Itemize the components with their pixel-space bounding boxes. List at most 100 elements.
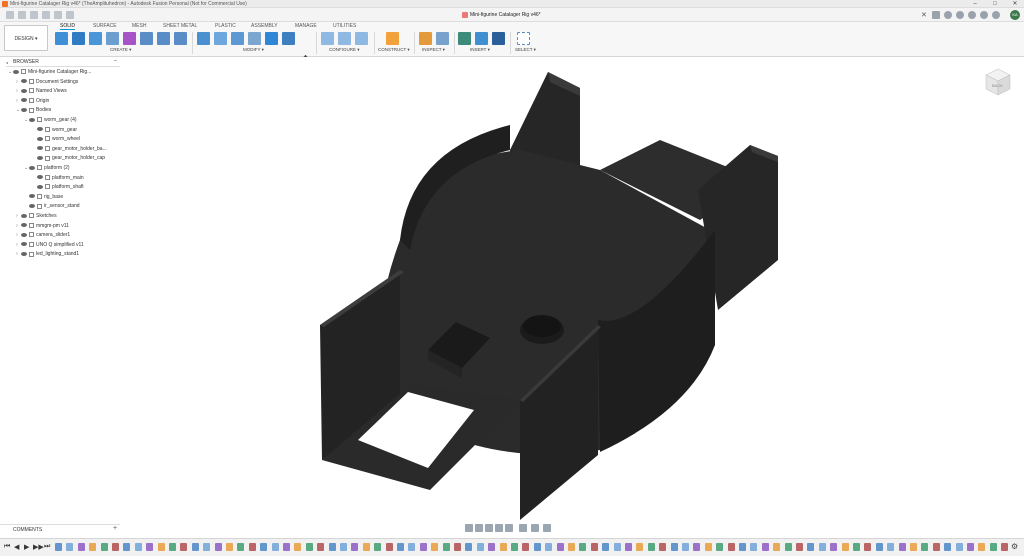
pan-icon[interactable] xyxy=(485,524,493,532)
timeline-feature-marker[interactable] xyxy=(203,543,211,551)
timeline-feature-marker[interactable] xyxy=(89,543,97,551)
timeline-feature-marker[interactable] xyxy=(362,543,370,551)
visibility-eye-icon[interactable] xyxy=(21,223,27,228)
tab-plastic[interactable]: PLASTIC xyxy=(215,23,236,29)
browser-tree-item[interactable]: platform_shaft xyxy=(32,183,84,192)
timeline-first-button[interactable]: ⏮ xyxy=(4,543,10,551)
timeline-feature-marker[interactable] xyxy=(830,543,838,551)
extensions-icon[interactable] xyxy=(944,11,952,19)
timeline-feature-marker[interactable] xyxy=(248,543,256,551)
timeline-feature-marker[interactable] xyxy=(545,543,553,551)
shell-icon[interactable] xyxy=(248,32,261,45)
modify-menu[interactable]: MODIFY ▾ xyxy=(243,47,264,53)
section-analysis-icon[interactable] xyxy=(436,32,449,45)
maximize-button[interactable]: □ xyxy=(988,0,1002,8)
timeline-feature-marker[interactable] xyxy=(112,543,119,551)
timeline-next-button[interactable]: ▶▶ xyxy=(33,543,44,551)
timeline-feature-marker[interactable] xyxy=(670,543,678,551)
timeline-feature-marker[interactable] xyxy=(157,543,165,551)
visibility-eye-icon[interactable] xyxy=(21,108,27,113)
timeline-feature-marker[interactable] xyxy=(921,543,929,551)
timeline-feature-marker[interactable] xyxy=(226,543,233,551)
file-menu-icon[interactable] xyxy=(18,11,26,19)
browser-tree-item[interactable]: worm_wheel xyxy=(32,135,80,144)
timeline-feature-marker[interactable] xyxy=(454,543,461,551)
timeline-last-button[interactable]: ⏭ xyxy=(44,543,50,551)
press-pull-icon[interactable] xyxy=(197,32,210,45)
timeline-feature-marker[interactable] xyxy=(340,543,347,551)
user-avatar[interactable]: KA xyxy=(1010,10,1020,20)
timeline-feature-marker[interactable] xyxy=(625,543,632,551)
visibility-eye-icon[interactable] xyxy=(21,79,27,84)
timeline-feature-marker[interactable] xyxy=(579,543,587,551)
tab-manage[interactable]: MANAGE xyxy=(295,23,317,29)
tab-surface[interactable]: SURFACE xyxy=(93,23,117,29)
timeline-feature-marker[interactable] xyxy=(967,543,974,551)
timeline-previous-button[interactable]: ◀ xyxy=(14,543,19,551)
redo-icon[interactable] xyxy=(54,11,62,19)
document-tab[interactable]: Mini-figurine Catalager Rig v46* xyxy=(462,10,541,20)
browser-collapse-chevron-icon[interactable]: ◂ xyxy=(6,60,8,65)
browser-tree-item[interactable]: gear_motor_holder_ba... xyxy=(32,145,107,154)
timeline-feature-marker[interactable] xyxy=(841,543,849,551)
measure-icon[interactable] xyxy=(419,32,432,45)
timeline-feature-marker[interactable] xyxy=(739,543,746,551)
timeline-feature-marker[interactable] xyxy=(590,543,598,551)
split-body-icon[interactable] xyxy=(282,32,295,45)
timeline-feature-marker[interactable] xyxy=(602,543,610,551)
timeline-feature-marker[interactable] xyxy=(807,543,815,551)
notifications-icon[interactable] xyxy=(980,11,988,19)
visibility-eye-icon[interactable] xyxy=(29,194,35,199)
viewports-icon[interactable] xyxy=(543,524,551,532)
timeline-feature-marker[interactable] xyxy=(351,543,359,551)
combine-icon[interactable] xyxy=(265,32,278,45)
browser-tree-item[interactable]: › led_lighting_stand1 xyxy=(16,250,79,259)
timeline-feature-marker[interactable] xyxy=(682,543,689,551)
new-tab-icon[interactable] xyxy=(932,11,940,19)
visibility-eye-icon[interactable] xyxy=(29,117,35,122)
form-icon[interactable] xyxy=(123,32,136,45)
visibility-eye-icon[interactable] xyxy=(37,136,43,141)
timeline-feature-marker[interactable] xyxy=(647,543,655,551)
timeline-feature-marker[interactable] xyxy=(693,543,701,551)
timeline-feature-marker[interactable] xyxy=(864,543,872,551)
timeline-feature-marker[interactable] xyxy=(556,543,564,551)
timeline-feature-marker[interactable] xyxy=(100,543,108,551)
timeline-feature-marker[interactable] xyxy=(636,543,644,551)
timeline-feature-marker[interactable] xyxy=(214,543,222,551)
visibility-eye-icon[interactable] xyxy=(21,242,27,247)
visibility-eye-icon[interactable] xyxy=(37,156,43,161)
timeline-feature-marker[interactable] xyxy=(1001,543,1009,551)
timeline-feature-marker[interactable] xyxy=(123,543,131,551)
visibility-eye-icon[interactable] xyxy=(37,127,43,132)
inspect-menu[interactable]: INSPECT ▾ xyxy=(422,47,445,53)
insert-mcmaster-icon[interactable] xyxy=(492,32,505,45)
create-sketch-icon[interactable] xyxy=(72,32,85,45)
timeline-feature-marker[interactable] xyxy=(169,543,176,551)
display-settings-icon[interactable] xyxy=(519,524,527,532)
timeline-feature-marker[interactable] xyxy=(237,543,245,551)
fit-icon[interactable] xyxy=(505,524,513,532)
timeline-feature-marker[interactable] xyxy=(191,543,199,551)
timeline-settings-icon[interactable]: ⚙ xyxy=(1011,542,1018,551)
configure-rule-icon[interactable] xyxy=(338,32,351,45)
visibility-eye-icon[interactable] xyxy=(21,213,27,218)
timeline-feature-marker[interactable] xyxy=(134,543,142,551)
fillet-icon[interactable] xyxy=(214,32,227,45)
online-status-icon[interactable] xyxy=(956,11,964,19)
timeline-feature-marker[interactable] xyxy=(317,543,325,551)
expand-chevron-icon[interactable]: › xyxy=(16,222,21,231)
zoom-icon[interactable] xyxy=(495,524,503,532)
browser-tree-item[interactable]: › Named Views xyxy=(16,87,67,96)
browser-tree-item[interactable]: ir_sensor_stand xyxy=(24,202,80,211)
minimize-button[interactable]: – xyxy=(968,0,982,8)
timeline-feature-marker[interactable] xyxy=(328,543,336,551)
browser-tree-item[interactable]: rig_base xyxy=(24,193,63,202)
expand-chevron-icon[interactable]: › xyxy=(16,78,21,87)
insert-menu[interactable]: INSERT ▾ xyxy=(470,47,490,53)
timeline-feature-marker[interactable] xyxy=(887,543,895,551)
browser-tree-item[interactable]: ⌄ Bodies xyxy=(16,106,51,115)
viewcube[interactable]: BACK xyxy=(982,65,1014,99)
timeline-feature-marker[interactable] xyxy=(294,543,302,551)
timeline-feature-marker[interactable] xyxy=(488,543,496,551)
